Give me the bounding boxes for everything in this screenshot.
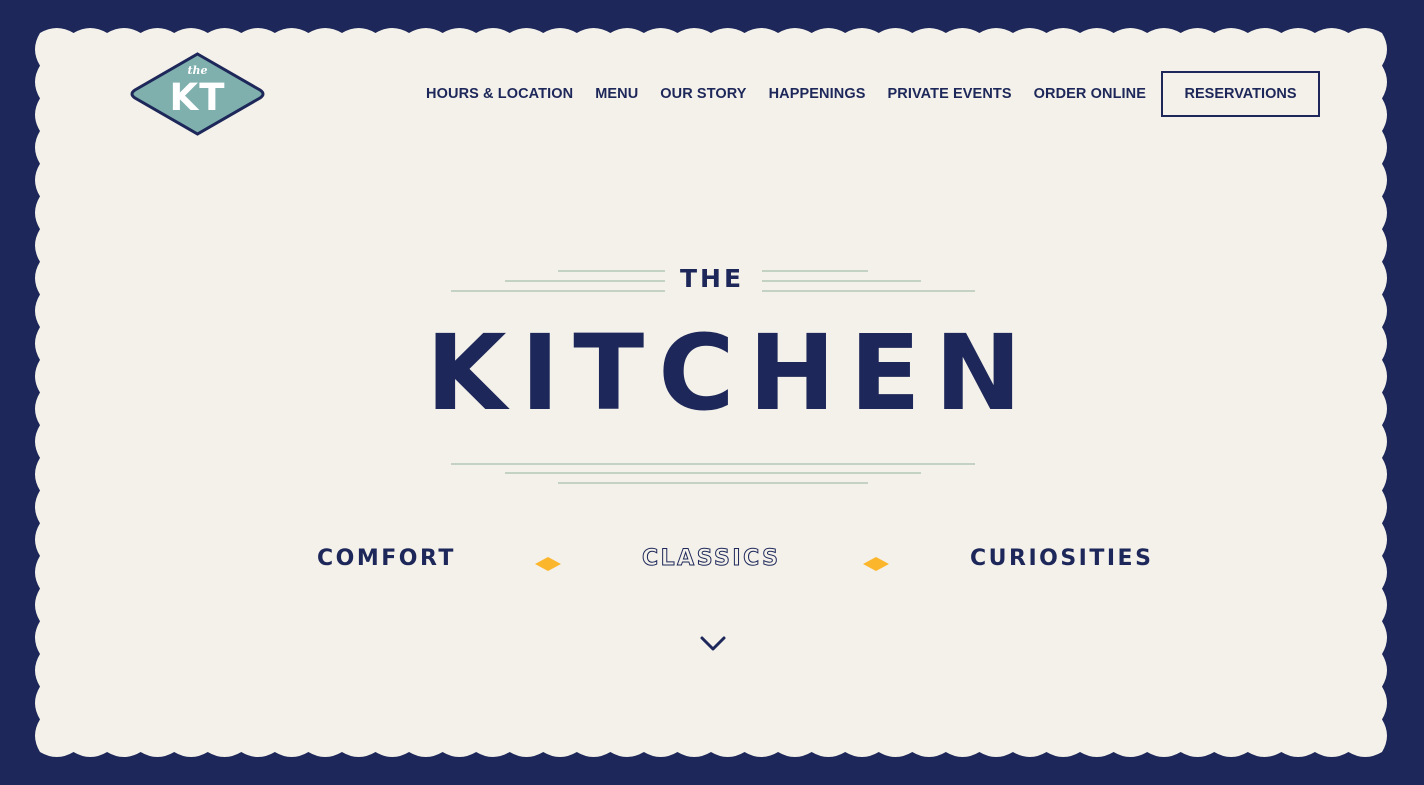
tagline-comfort: COMFORT [317, 546, 456, 571]
diamond-separator-icon [863, 557, 889, 571]
tagline-curiosities: CURIOSITIES [970, 546, 1154, 571]
chevron-down-icon[interactable] [699, 631, 727, 655]
hero-pre-title: THE [679, 264, 745, 293]
page-frame: the KT HOURS & LOCATION MENU OUR STORY H… [0, 0, 1424, 785]
diamond-separator-icon [535, 557, 561, 571]
hero-title: KITCHEN [426, 312, 1036, 434]
tagline-classics: CLASSICS [641, 546, 781, 572]
